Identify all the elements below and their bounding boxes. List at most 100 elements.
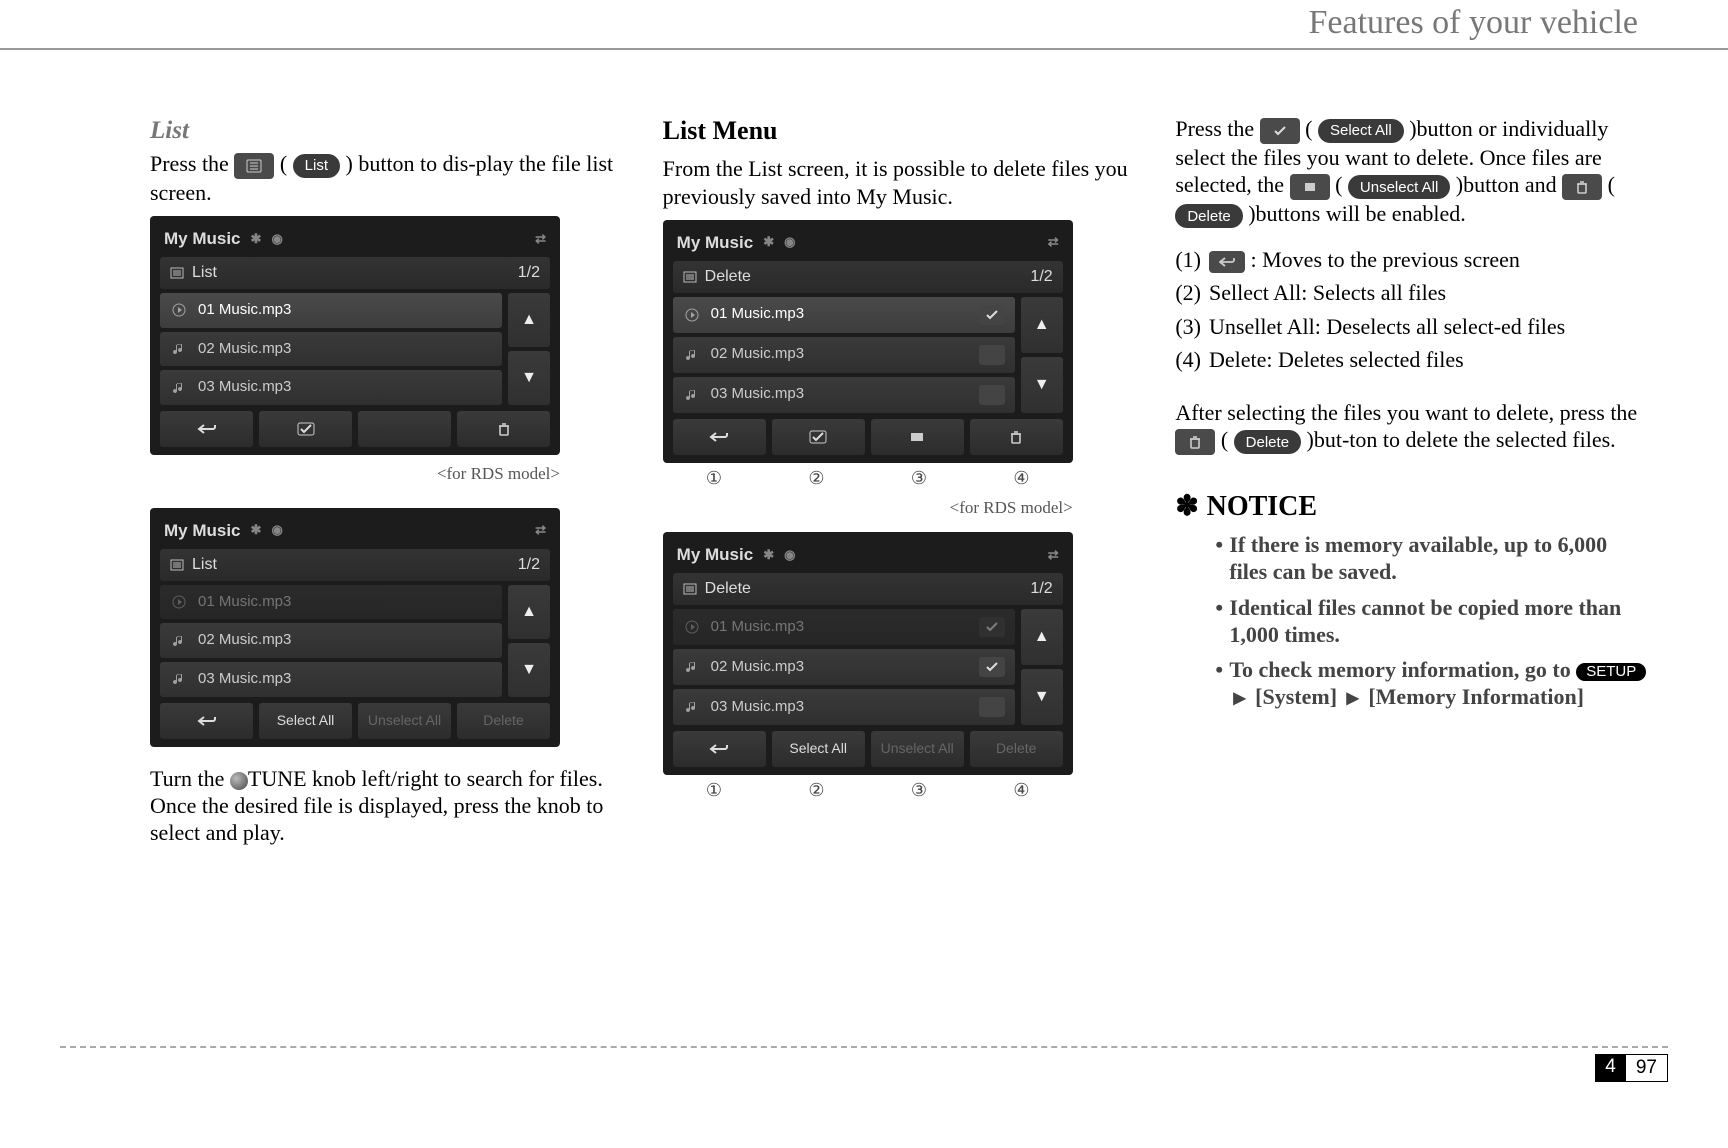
row-icon (683, 388, 701, 402)
col-3: Press the ( Select All )button or indivi… (1175, 115, 1648, 1018)
scroll-up: ▲ (508, 585, 550, 639)
scroll-arrows: ▲▼ (508, 585, 550, 697)
list-item: (3)Unsellet All: Deselects all select-ed… (1175, 313, 1648, 340)
text: Sellect All: Selects all files (1209, 279, 1446, 306)
row-icon (170, 381, 188, 395)
callout-4b: ④ (1013, 779, 1029, 801)
row-icon (170, 595, 188, 609)
file-row: 03 Music.mp3 (160, 662, 502, 697)
file-list: 01 Music.mp3 02 Music.mp3 03 Music.mp3 ▲▼ (160, 585, 550, 697)
file-name: 02 Music.mp3 (198, 631, 291, 650)
toolbar-button (970, 419, 1063, 455)
file-row: 02 Music.mp3 (160, 332, 502, 367)
page-indicator: 1/2 (1030, 267, 1052, 287)
file-name: 01 Music.mp3 (711, 618, 804, 637)
file-name: 02 Music.mp3 (711, 345, 804, 364)
toolbar (160, 411, 550, 447)
rect-icon (1290, 174, 1330, 200)
screen-title: My Music✱◉⇄ (673, 542, 1063, 573)
scroll-down: ▼ (508, 351, 550, 405)
col2-p1: From the List screen, it is possible to … (663, 155, 1136, 210)
caption-rds-1: <for RDS model> (150, 463, 560, 484)
notice-item: Identical files cannot be copied more th… (1215, 594, 1648, 649)
row-icon (170, 303, 188, 317)
callouts-row-1: ① ② ③ ④ (663, 467, 1073, 489)
file-name: 03 Music.mp3 (711, 698, 804, 717)
list-item: (2)Sellect All: Selects all files (1175, 279, 1648, 306)
disc-icon: ◉ (784, 547, 795, 563)
infotainment-screenshot: My Music✱◉⇄Delete1/201 Music.mp302 Music… (663, 532, 1073, 775)
checkbox (979, 385, 1005, 405)
file-row: 03 Music.mp3 (160, 370, 502, 405)
file-name: 03 Music.mp3 (198, 378, 291, 397)
bluetooth-icon: ✱ (763, 234, 774, 250)
toolbar-button (358, 411, 451, 447)
page-header: Features of your vehicle (0, 0, 1728, 50)
delete-button: Delete (457, 703, 550, 739)
row-icon (170, 634, 188, 648)
list-item: (4)Delete: Deletes selected files (1175, 346, 1648, 373)
disc-icon: ◉ (271, 522, 282, 538)
infotainment-screenshot: My Music✱◉⇄List1/201 Music.mp302 Music.m… (150, 216, 560, 455)
scroll-up: ▲ (1021, 609, 1063, 665)
disc-icon: ◉ (271, 231, 282, 247)
page-no: 97 (1626, 1054, 1668, 1082)
checkbox (979, 657, 1005, 677)
scroll-up: ▲ (508, 293, 550, 347)
toolbar: Select AllUnselect AllDelete (160, 703, 550, 739)
trash-icon (1175, 429, 1215, 455)
infotainment-screenshot: My Music✱◉⇄List1/201 Music.mp302 Music.m… (150, 508, 560, 747)
page-number: 4 97 (1595, 1054, 1668, 1082)
file-list: 01 Music.mp302 Music.mp303 Music.mp3▲▼ (673, 297, 1063, 413)
callout-3: ③ (911, 467, 927, 489)
scroll-arrows: ▲▼ (1021, 609, 1063, 725)
trash-icon (1562, 174, 1602, 200)
text: buttons will be enabled. (1256, 201, 1466, 226)
shuffle-icon: ⇄ (535, 522, 546, 538)
toolbar-button (871, 419, 964, 455)
list-icon (234, 153, 274, 179)
running-head: Features of your vehicle (1309, 4, 1639, 42)
file-list: 01 Music.mp3 02 Music.mp3 03 Music.mp3 ▲▼ (160, 293, 550, 405)
toolbar: Select AllUnselect AllDelete (673, 731, 1063, 767)
toolbar-button (673, 419, 766, 455)
list-header: Delete1/2 (673, 261, 1063, 293)
col2-heading: List Menu (663, 115, 1136, 147)
bluetooth-icon: ✱ (251, 522, 262, 538)
main-columns: List Press the ( List ) button to dis-pl… (150, 115, 1648, 1018)
toolbar (673, 419, 1063, 455)
caption-rds-2: <for RDS model> (663, 497, 1073, 518)
list-header: List1/2 (160, 549, 550, 581)
text: button and (1463, 172, 1557, 197)
back-button (160, 703, 253, 739)
row-icon (683, 348, 701, 362)
callout-2b: ② (808, 779, 824, 801)
text: [Memory Information] (1368, 684, 1584, 709)
scroll-down: ▼ (508, 643, 550, 697)
file-name: 02 Music.mp3 (198, 340, 291, 359)
text: To check memory information, go to (1229, 657, 1576, 682)
scroll-arrows: ▲▼ (508, 293, 550, 405)
screen-title: My Music✱◉⇄ (160, 226, 550, 257)
file-name: 03 Music.mp3 (198, 670, 291, 689)
unselect-all-pill: Unselect All (1348, 175, 1450, 199)
file-row: 02 Music.mp3 (673, 337, 1015, 373)
file-name: 01 Music.mp3 (198, 593, 291, 612)
select-all-pill: Select All (1318, 119, 1404, 143)
file-name: 01 Music.mp3 (198, 301, 291, 320)
notice-item: To check memory information, go to SETUP… (1215, 656, 1648, 711)
callout-1b: ① (706, 779, 722, 801)
col1-p2: Turn the TUNE knob left/right to search … (150, 765, 623, 847)
back-button (673, 731, 766, 767)
row-icon (683, 700, 701, 714)
tune-knob-icon (230, 772, 248, 790)
scroll-up: ▲ (1021, 297, 1063, 353)
callouts-row-2: ① ② ③ ④ (663, 779, 1073, 801)
shuffle-icon: ⇄ (1048, 234, 1059, 250)
list-item: (1) : Moves to the previous screen (1175, 246, 1648, 273)
row-icon (683, 660, 701, 674)
checkbox (979, 345, 1005, 365)
shuffle-icon: ⇄ (1048, 547, 1059, 563)
scroll-down: ▼ (1021, 357, 1063, 413)
notice-label: NOTICE (1207, 491, 1317, 522)
